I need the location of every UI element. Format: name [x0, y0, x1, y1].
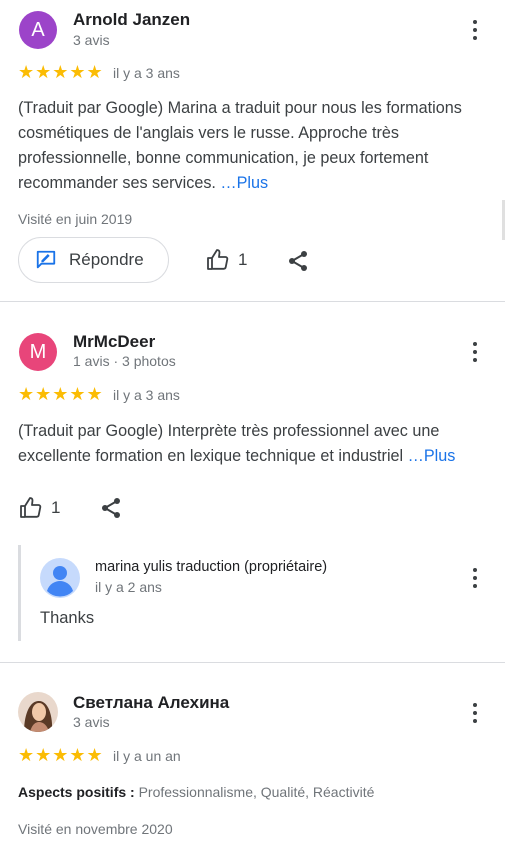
more-options-icon[interactable]: [465, 700, 485, 726]
reviewer-name[interactable]: Arnold Janzen: [73, 10, 190, 30]
avatar[interactable]: A: [19, 11, 57, 49]
reviewer-stats: 1 avis · 3 photos: [73, 353, 176, 369]
owner-reply-age: il y a 2 ans: [95, 579, 162, 595]
reviewer-name[interactable]: MrMcDeer: [73, 332, 155, 352]
like-count: 1: [51, 498, 61, 517]
owner-reply-text: Thanks: [40, 609, 95, 627]
avatar-letter: A: [31, 18, 45, 41]
like-count: 1: [238, 250, 248, 269]
star-rating: ★★★★★: [18, 745, 104, 765]
positive-aspects-label: Aspects positifs :: [18, 784, 135, 800]
review-text: (Traduit par Google) Interprète très pro…: [18, 419, 490, 469]
share-icon[interactable]: [286, 249, 310, 273]
more-options-icon[interactable]: [465, 565, 485, 591]
avatar[interactable]: [18, 692, 58, 732]
more-options-icon[interactable]: [465, 17, 485, 43]
thumbs-up-icon: [207, 249, 229, 270]
reviewer-stats: 3 avis: [73, 714, 110, 730]
star-rating: ★★★★★: [18, 384, 104, 404]
visit-date: Visité en novembre 2020: [18, 821, 173, 837]
owner-name: marina yulis traduction (propriétaire): [95, 559, 328, 575]
more-link[interactable]: …Plus: [220, 174, 268, 192]
reviewer-stats: 3 avis: [73, 32, 110, 48]
positive-aspects-value: Professionnalisme, Qualité, Réactivité: [138, 784, 375, 800]
avatar-letter: M: [29, 340, 47, 363]
share-icon[interactable]: [99, 496, 123, 520]
reply-button[interactable]: Répondre: [18, 237, 169, 283]
review-text: (Traduit par Google) Marina a traduit po…: [18, 96, 486, 196]
review-age: il y a 3 ans: [113, 65, 180, 81]
avatar[interactable]: M: [19, 333, 57, 371]
positive-aspects: Aspects positifs : Professionnalisme, Qu…: [18, 784, 374, 800]
review-age: il y a un an: [113, 748, 181, 764]
owner-reply-bar: [18, 545, 21, 641]
star-rating: ★★★★★: [18, 62, 104, 82]
like-button[interactable]: 1: [19, 496, 60, 520]
thumbs-up-icon: [20, 497, 42, 518]
reply-button-label: Répondre: [69, 250, 144, 269]
reply-icon: [36, 250, 56, 269]
visit-date: Visité en juin 2019: [18, 211, 133, 227]
review-age: il y a 3 ans: [113, 387, 180, 403]
review-divider: [0, 301, 505, 302]
review-divider: [0, 662, 505, 663]
owner-avatar-icon: [40, 558, 80, 598]
more-link[interactable]: …Plus: [408, 447, 456, 465]
more-options-icon[interactable]: [465, 339, 485, 365]
like-button[interactable]: 1: [206, 248, 247, 272]
review-body: (Traduit par Google) Interprète très pro…: [18, 422, 440, 465]
reviewer-name[interactable]: Светлана Алехина: [73, 693, 229, 713]
